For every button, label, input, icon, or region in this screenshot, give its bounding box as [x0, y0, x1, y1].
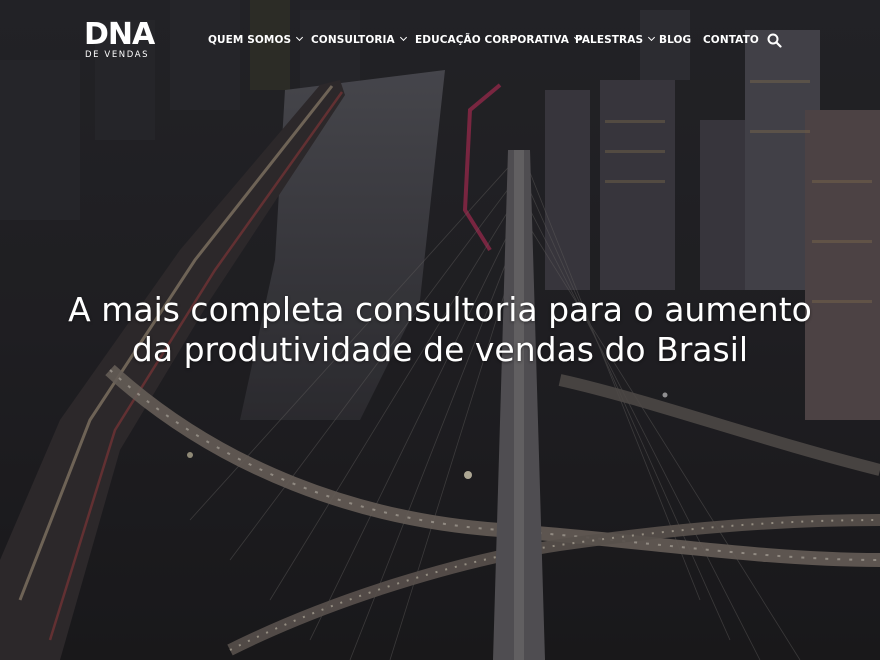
chevron-down-icon: [399, 33, 407, 42]
nav-item-label: CONTATO: [703, 34, 759, 46]
nav-item-blog[interactable]: BLOG: [659, 33, 691, 47]
nav-item-palestras[interactable]: PALESTRAS: [575, 33, 656, 47]
chevron-down-icon: [648, 33, 656, 42]
logo-main-text: DNA: [84, 17, 155, 52]
search-icon[interactable]: [767, 33, 782, 48]
logo-sub-text: DE VENDAS: [85, 50, 150, 60]
logo[interactable]: DNA DE VENDAS: [84, 19, 170, 61]
chevron-down-icon: [296, 33, 304, 42]
nav-item-consultoria[interactable]: CONSULTORIA: [311, 33, 407, 47]
nav-item-quem-somos[interactable]: QUEM SOMOS: [208, 33, 304, 47]
nav-item-label: CONSULTORIA: [311, 34, 395, 46]
nav-item-label: EDUCAÇÃO CORPORATIVA: [415, 34, 570, 46]
hero-headline-line2: da produtividade de vendas do Brasil: [131, 330, 749, 369]
nav-item-label: PALESTRAS: [575, 34, 644, 46]
site-header: DNA DE VENDAS QUEM SOMOS CONSULTORIA EDU…: [0, 0, 880, 82]
nav-item-label: BLOG: [659, 34, 692, 46]
hero-headline-line1: A mais completa consultoria para o aumen…: [68, 290, 812, 329]
nav-item-educacao-corporativa[interactable]: EDUCAÇÃO CORPORATIVA: [415, 33, 582, 47]
nav-item-contato[interactable]: CONTATO: [703, 33, 759, 47]
nav-item-label: QUEM SOMOS: [208, 34, 292, 46]
hero-headline: A mais completa consultoria para o aumen…: [0, 290, 880, 370]
